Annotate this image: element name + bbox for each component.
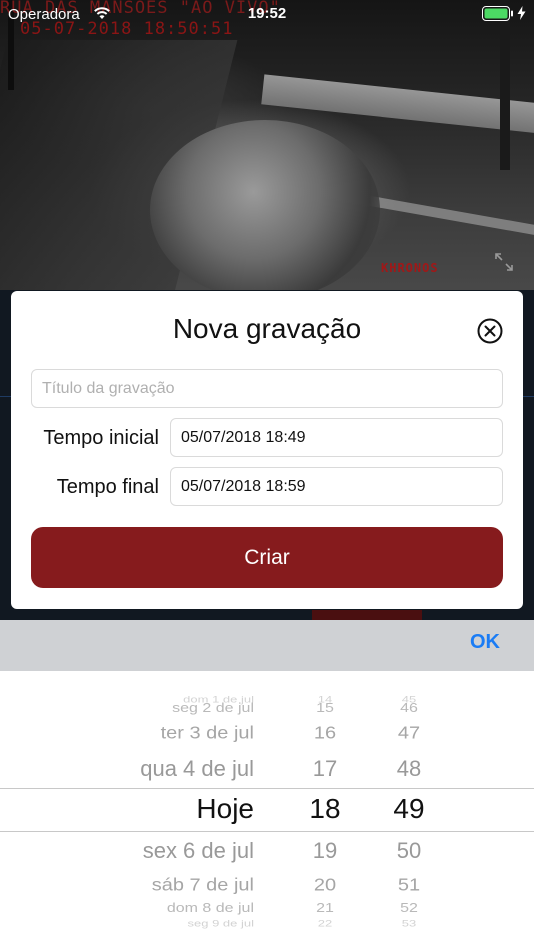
camera-watermark: KHRONOS (381, 261, 439, 275)
camera-tree (150, 120, 380, 300)
expand-icon[interactable] (494, 252, 514, 272)
create-button[interactable]: Criar (31, 527, 503, 588)
picker-toolbar: OK (0, 620, 534, 671)
minute-option[interactable]: 53 (384, 918, 434, 929)
close-icon[interactable] (476, 317, 504, 345)
date-option[interactable]: dom 8 de jul (167, 902, 254, 916)
end-time-value: 05/07/2018 18:59 (181, 477, 306, 495)
selection-line-bottom (0, 831, 534, 832)
hour-option-selected[interactable]: 18 (300, 793, 350, 825)
hour-option[interactable]: 17 (300, 756, 350, 782)
ok-button[interactable]: OK (470, 631, 500, 654)
recording-title-placeholder: Título da gravação (42, 379, 175, 397)
selection-line-top (0, 788, 534, 789)
recording-title-input[interactable]: Título da gravação (31, 369, 503, 408)
hour-option[interactable]: 20 (300, 875, 350, 896)
start-time-value: 05/07/2018 18:49 (181, 428, 306, 446)
dialog-title: Nova gravação (172, 313, 362, 344)
hour-option[interactable]: 16 (300, 723, 350, 744)
create-button-label: Criar (244, 545, 290, 569)
start-time-label: Tempo inicial (43, 427, 159, 449)
date-option[interactable]: qua 4 de jul (140, 756, 254, 782)
charging-bolt-icon (517, 6, 526, 20)
end-time-field[interactable]: 05/07/2018 18:59 (170, 467, 503, 506)
date-option[interactable]: sex 6 de jul (143, 838, 254, 864)
date-time-picker[interactable]: dom 1 de jul seg 2 de jul ter 3 de jul q… (0, 671, 534, 950)
hour-option[interactable]: 22 (300, 918, 350, 929)
camera-feed: RUA DAS MANSOES "AO VIVO" 05-07-2018 18:… (0, 0, 534, 300)
start-time-field[interactable]: 05/07/2018 18:49 (170, 418, 503, 457)
hour-option[interactable]: 15 (300, 702, 350, 716)
camera-thumbnail-strip (312, 610, 422, 620)
date-option[interactable]: sáb 7 de jul (152, 875, 254, 896)
minute-option[interactable]: 47 (384, 723, 434, 744)
minute-option[interactable]: 50 (384, 838, 434, 864)
battery-icon (482, 6, 513, 21)
minute-option[interactable]: 51 (384, 875, 434, 896)
status-bar: Operadora 19:52 (0, 0, 534, 28)
end-time-label: Tempo final (56, 476, 159, 498)
minute-option[interactable]: 52 (384, 902, 434, 916)
status-time: 19:52 (247, 5, 287, 22)
date-option[interactable]: seg 9 de jul (188, 918, 255, 929)
date-option[interactable]: seg 2 de jul (172, 702, 254, 716)
minute-option[interactable]: 46 (384, 702, 434, 716)
date-option-selected[interactable]: Hoje (196, 793, 254, 825)
date-option[interactable]: ter 3 de jul (161, 723, 254, 744)
hour-option[interactable]: 19 (300, 838, 350, 864)
minute-option-selected[interactable]: 49 (384, 793, 434, 825)
new-recording-dialog: Nova gravação Título da gravação Tempo i… (11, 291, 523, 609)
minute-option[interactable]: 48 (384, 756, 434, 782)
hour-option[interactable]: 21 (300, 902, 350, 916)
